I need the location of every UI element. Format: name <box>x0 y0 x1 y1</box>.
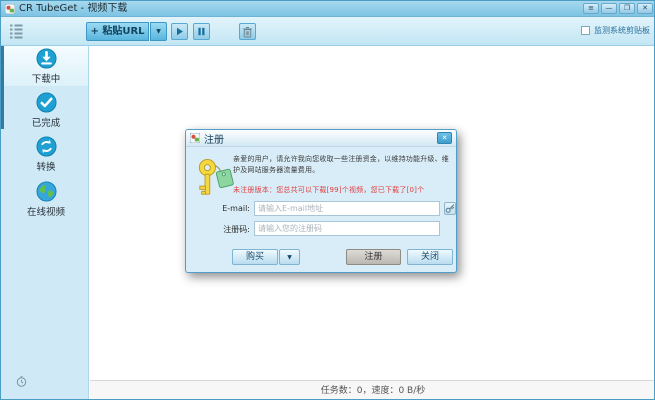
dialog-close-button[interactable]: ✕ <box>437 132 452 144</box>
sidebar-item-online-video[interactable]: 在线视频 <box>4 179 88 219</box>
dialog-title-bar: 注册 ✕ <box>186 130 456 147</box>
minimize-button[interactable]: — <box>601 3 617 14</box>
paste-url-dropdown[interactable]: ▼ <box>150 22 167 41</box>
email-input[interactable] <box>254 201 440 216</box>
sidebar-item-convert[interactable]: 转换 <box>4 134 88 174</box>
start-download-button[interactable] <box>171 23 188 40</box>
dialog-title: 注册 <box>204 131 224 146</box>
sidebar-item-label: 在线视频 <box>27 204 65 218</box>
dialog-message: 亲爱的用户，请允许我向您收取一些注册资金，以维持功能升级、维护及网站服务器流量费… <box>233 154 449 176</box>
title-bar: CR TubeGet - 视频下载 ≡ — ❐ ✕ <box>1 1 655 17</box>
window-menu-button[interactable]: ≡ <box>583 3 599 14</box>
sidebar-item-label: 已完成 <box>32 115 61 129</box>
app-window: CR TubeGet - 视频下载 ≡ — ❐ ✕ + 粘贴URL ▼ <box>0 0 655 400</box>
maximize-button[interactable]: ❐ <box>619 3 635 14</box>
register-dialog: 注册 ✕ 亲爱的用户，请允许我向您收取一些注册资金，以维持功能升级、维护及网站服… <box>185 129 457 273</box>
paste-url-button[interactable]: + 粘贴URL <box>86 22 149 41</box>
pause-download-button[interactable] <box>193 23 210 40</box>
monitor-clipboard-checkbox[interactable] <box>581 26 590 35</box>
unregistered-notice: 未注册版本：您总共可以下载[99]个视频，您已下载了[0]个 <box>233 185 449 195</box>
delete-task-button[interactable] <box>239 23 256 40</box>
pause-icon <box>197 27 206 36</box>
regcode-label: 注册码: <box>192 224 250 235</box>
small-key-icon <box>445 203 455 214</box>
monitor-clipboard-label: 监测系统剪贴板 <box>594 25 650 36</box>
email-label: E-mail: <box>192 204 250 213</box>
window-controls: ≡ — ❐ ✕ <box>583 3 653 14</box>
dialog-icon <box>190 133 200 143</box>
register-button[interactable]: 注册 <box>346 249 401 265</box>
buy-button[interactable]: 购买 <box>232 249 278 265</box>
regcode-input[interactable] <box>254 221 440 236</box>
fetch-code-button[interactable] <box>444 202 456 215</box>
dialog-close-action-button[interactable]: 关闭 <box>407 249 453 265</box>
downloading-icon <box>36 48 57 69</box>
key-icon <box>196 156 234 202</box>
sidebar-item-label: 下载中 <box>32 71 61 85</box>
status-text: 任务数：0，速度：0 B/秒 <box>321 386 426 396</box>
timer-icon[interactable] <box>16 376 27 387</box>
list-view-icon[interactable] <box>10 24 23 39</box>
sidebar-item-completed[interactable]: 已完成 <box>4 90 88 130</box>
trash-icon <box>242 26 253 38</box>
convert-icon <box>36 136 57 157</box>
online-video-icon <box>36 181 57 202</box>
window-title: CR TubeGet - 视频下载 <box>19 1 127 17</box>
sidebar: 下载中 已完成 转换 在线视频 <box>1 46 89 400</box>
sidebar-item-label: 转换 <box>36 159 55 173</box>
sidebar-item-downloading[interactable]: 下载中 <box>4 46 88 86</box>
status-bar: 任务数：0，速度：0 B/秒 <box>90 380 655 400</box>
app-icon <box>5 4 15 14</box>
buy-dropdown-button[interactable]: ▼ <box>279 249 300 265</box>
monitor-clipboard-option: 监测系统剪贴板 <box>581 25 650 36</box>
close-window-button[interactable]: ✕ <box>637 3 653 14</box>
toolbar: + 粘贴URL ▼ 监测系统剪贴板 <box>1 17 655 46</box>
completed-icon <box>36 92 57 113</box>
start-icon <box>175 27 184 36</box>
